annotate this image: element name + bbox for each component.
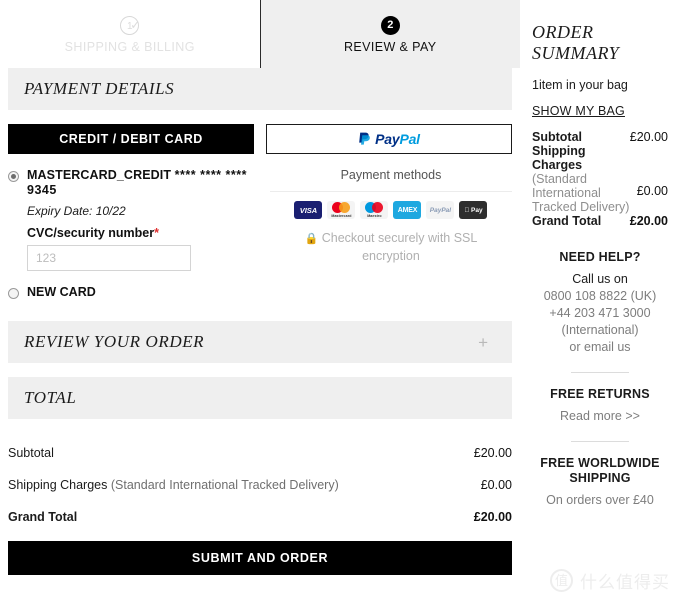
saved-card-expiry: Expiry Date: 10/22 <box>27 204 126 218</box>
divider <box>269 191 512 192</box>
divider <box>571 441 629 442</box>
payment-info-panel: Payment methods VISA Mastercard Maestro … <box>269 168 512 299</box>
email-us-link[interactable]: or email us <box>532 339 668 356</box>
lock-icon: 🔒 <box>304 233 319 245</box>
show-my-bag-link[interactable]: SHOW MY BAG <box>532 104 625 118</box>
total-header: TOTAL <box>8 377 512 419</box>
rail-shipping-value: £0.00 <box>636 184 668 198</box>
tab-credit-debit-card[interactable]: CREDIT / DEBIT CARD <box>8 124 254 154</box>
phone-uk: 0800 108 8822 (UK) <box>543 289 657 303</box>
total-title: TOTAL <box>24 388 77 407</box>
rail-grand-label: Grand Total <box>532 214 602 228</box>
totals-row-shipping: Shipping Charges (Standard International… <box>8 469 512 501</box>
payment-details-title: PAYMENT DETAILS <box>24 79 175 98</box>
shipping-label: Shipping Charges (Standard International… <box>8 478 339 492</box>
call-us-line: Call us on <box>572 272 628 286</box>
step-1-label: SHIPPING & BILLING <box>64 40 195 54</box>
totals-list: Subtotal £20.00 Shipping Charges (Standa… <box>8 437 512 533</box>
check-icon: ✓ <box>130 18 141 32</box>
radio-new-card[interactable] <box>8 288 19 299</box>
step-review-pay[interactable]: 2 REVIEW & PAY <box>259 0 520 68</box>
radio-saved-card[interactable] <box>8 171 19 182</box>
shipping-label-text: Shipping Charges <box>8 478 108 492</box>
totals-row-grand: Grand Total £20.00 <box>8 501 512 533</box>
free-shipping-block: FREE WORLDWIDE SHIPPING On orders over £… <box>532 456 668 509</box>
rail-shipping-note: (Standard International Tracked Delivery… <box>532 172 630 214</box>
cvc-input[interactable] <box>27 245 191 271</box>
cvc-label-text: CVC/security number <box>27 226 155 240</box>
ssl-text: Checkout securely with SSL encryption <box>321 231 478 263</box>
amex-icon: AMEX <box>393 201 422 219</box>
paypal-mark-icon <box>359 132 370 145</box>
divider <box>571 372 629 373</box>
tab-paypal[interactable]: PayPal <box>265 124 512 154</box>
new-card-option[interactable]: NEW CARD <box>8 285 258 299</box>
order-summary-title: ORDER SUMMARY <box>532 22 620 63</box>
required-asterisk: * <box>154 226 159 240</box>
saved-card-mask: **** **** **** <box>174 168 247 182</box>
step-shipping-billing[interactable]: 1 ✓ SHIPPING & BILLING <box>0 0 260 68</box>
rail-grand-value: £20.00 <box>629 214 668 228</box>
checkout-page: 1 ✓ SHIPPING & BILLING 2 REVIEW & PAY PA… <box>0 0 678 601</box>
need-help-block: NEED HELP? Call us on 0800 108 8822 (UK)… <box>532 250 668 373</box>
payment-method-tabs: CREDIT / DEBIT CARD PayPal <box>8 124 512 154</box>
rail-row-shipping: Shipping Charges (Standard International… <box>532 144 668 214</box>
cvc-label: CVC/security number* <box>27 226 258 240</box>
grand-total-label: Grand Total <box>8 510 78 524</box>
shipping-note: (Standard International Tracked Delivery… <box>110 478 339 492</box>
phone-international: +44 203 471 3000 (International) <box>549 306 651 337</box>
saved-card-option[interactable]: MASTERCARD_CREDIT **** **** **** 9345 <box>8 168 258 198</box>
payment-methods-title: Payment methods <box>340 168 442 182</box>
shipping-value: £0.00 <box>480 478 512 492</box>
maestro-wordmark: Maestro <box>367 213 382 218</box>
free-shipping-note: On orders over £40 <box>546 493 654 507</box>
new-card-label: NEW CARD <box>27 285 96 299</box>
subtotal-label: Subtotal <box>8 446 54 460</box>
maestro-icon: Maestro <box>360 201 389 219</box>
review-order-title: REVIEW YOUR ORDER <box>24 332 205 351</box>
paypal-logo-icon: PayPal <box>358 131 420 147</box>
step-2-badge: 2 <box>380 16 400 35</box>
rail-subtotal-label: Subtotal <box>532 130 582 144</box>
ssl-notice: 🔒 Checkout securely with SSL encryption <box>270 230 512 265</box>
check-circle-icon: 1 ✓ <box>120 16 141 35</box>
review-order-header[interactable]: REVIEW YOUR ORDER + <box>8 321 512 363</box>
saved-card-last4: 9345 <box>27 183 57 197</box>
rail-totals: Subtotal £20.00 Shipping Charges (Standa… <box>532 130 668 228</box>
free-returns-title: FREE RETURNS <box>550 387 650 401</box>
apple-pay-icon:  Pay <box>459 201 488 219</box>
submit-and-order-button[interactable]: SUBMIT AND ORDER <box>8 541 512 575</box>
free-returns-block: FREE RETURNS Read more >> <box>532 387 668 442</box>
mastercard-icon: Mastercard <box>327 201 356 219</box>
payment-details-header: PAYMENT DETAILS <box>8 68 512 110</box>
paypal-small-icon: PayPal <box>426 201 455 219</box>
payment-method-icons: VISA Mastercard Maestro AMEX PayPal  Pa… <box>270 201 512 219</box>
saved-card-label: MASTERCARD_CREDIT **** **** **** 9345 <box>27 168 258 198</box>
need-help-title: NEED HELP? <box>559 250 641 264</box>
step-2-label: REVIEW & PAY <box>343 40 437 54</box>
payment-body: MASTERCARD_CREDIT **** **** **** 9345 Ex… <box>8 168 512 299</box>
paypal-pal-text: Pal <box>399 131 420 147</box>
paypal-pay-text: Pay <box>375 131 400 147</box>
visa-icon: VISA <box>294 201 323 219</box>
rail-row-subtotal: Subtotal £20.00 <box>532 130 668 144</box>
rail-shipping-label: Shipping Charges (Standard International… <box>532 144 631 214</box>
saved-card-name: MASTERCARD_CREDIT <box>27 168 172 182</box>
subtotal-value: £20.00 <box>473 446 512 460</box>
mastercard-wordmark: Mastercard <box>331 213 352 218</box>
totals-row-subtotal: Subtotal £20.00 <box>8 437 512 469</box>
rail-shipping-label-text: Shipping Charges <box>532 144 586 172</box>
order-summary-rail: ORDER SUMMARY 1item in your bag SHOW MY … <box>520 0 678 601</box>
rail-subtotal-value: £20.00 <box>629 130 668 144</box>
grand-total-value: £20.00 <box>473 510 512 524</box>
free-returns-read-more-link[interactable]: Read more >> <box>532 408 668 425</box>
plus-icon[interactable]: + <box>478 334 488 351</box>
rail-row-grand: Grand Total £20.00 <box>532 214 668 228</box>
checkout-main-column: 1 ✓ SHIPPING & BILLING 2 REVIEW & PAY PA… <box>0 0 520 601</box>
checkout-steps: 1 ✓ SHIPPING & BILLING 2 REVIEW & PAY <box>0 0 520 68</box>
bag-item-count: 1item in your bag <box>532 78 628 92</box>
free-shipping-title: FREE WORLDWIDE SHIPPING <box>540 456 660 485</box>
saved-cards-panel: MASTERCARD_CREDIT **** **** **** 9345 Ex… <box>8 168 258 299</box>
